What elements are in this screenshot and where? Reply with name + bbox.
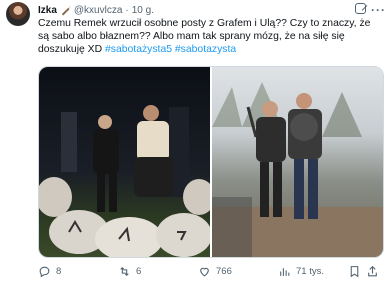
heart-icon (200, 267, 209, 276)
action-bar: 8 6 766 71 tys. (38, 263, 382, 279)
repost-button[interactable]: 6 (118, 265, 198, 278)
avatar[interactable] (6, 2, 30, 26)
share-icon (368, 265, 377, 276)
quill-emoji-icon (61, 5, 71, 16)
repost-icon (120, 266, 129, 276)
reply-button[interactable]: 8 (38, 265, 118, 278)
tweet-text: Czemu Remek wrzucił osobne posty z Grafe… (38, 17, 378, 56)
bookmark-icon (350, 265, 359, 277)
photo-right-scene (212, 82, 383, 257)
views-count: 71 tys. (296, 265, 324, 277)
media-grid (38, 66, 384, 258)
more-options-icon[interactable]: ··· (371, 3, 386, 17)
author-handle[interactable]: @kxuvlcza (74, 5, 123, 16)
reply-icon (39, 266, 50, 277)
like-count: 766 (216, 265, 232, 277)
views-chart-icon (280, 267, 290, 276)
tweet-header: Izka @kxuvlcza · 10 g. (38, 3, 154, 17)
photo-left[interactable] (39, 67, 210, 257)
share-button[interactable] (366, 265, 382, 278)
reply-count: 8 (56, 265, 62, 277)
grok-icon[interactable] (355, 3, 366, 14)
tweet-time[interactable]: 10 g. (132, 5, 154, 16)
tweet-card: Izka @kxuvlcza · 10 g. ··· Czemu Remek w… (0, 0, 392, 293)
bookmark-button[interactable] (348, 265, 366, 278)
photo-right[interactable] (212, 67, 383, 257)
photo-left-scene (39, 105, 210, 257)
hashtag-links[interactable]: #sabotażysta5 #sabotazysta (105, 44, 236, 55)
author-name[interactable]: Izka (38, 5, 57, 16)
separator-dot: · (125, 4, 129, 16)
repost-count: 6 (136, 265, 142, 277)
like-button[interactable]: 766 (198, 265, 278, 278)
views-button[interactable]: 71 tys. (278, 265, 348, 278)
